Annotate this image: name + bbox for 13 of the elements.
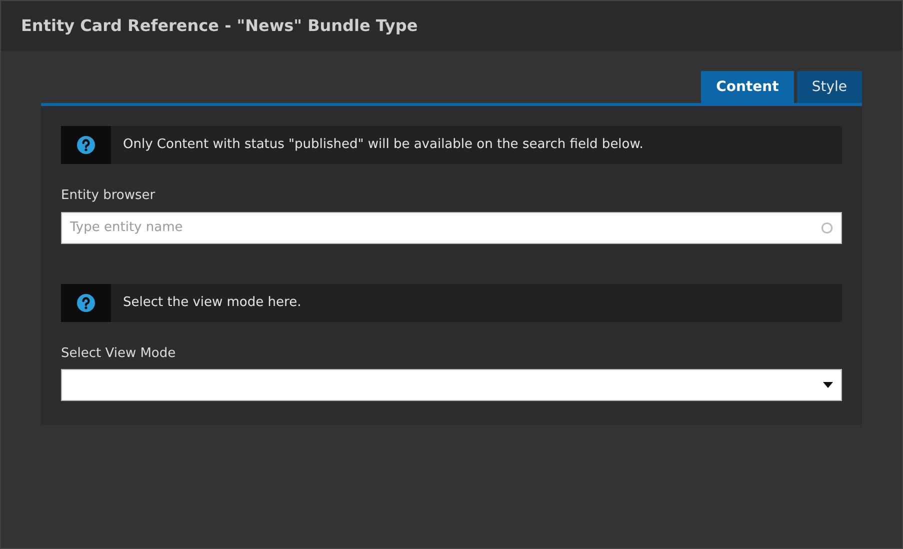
field-label: Entity browser (61, 187, 156, 205)
info-text: Only Content with status "published" will be available on the search field below. (123, 136, 644, 154)
window-title: Entity Card Reference - "News" Bundle Type (21, 15, 418, 37)
field-label: Select View Mode (61, 344, 176, 362)
caret-icon (823, 382, 833, 388)
tab[interactable]: Style (796, 71, 862, 103)
tab[interactable]: Content (701, 71, 794, 103)
view-mode-select[interactable] (61, 369, 842, 401)
loading-circle-icon (821, 222, 833, 234)
help-icon (77, 294, 95, 312)
help-icon (77, 136, 95, 154)
info-text: Select the view mode here. (123, 294, 302, 312)
search-field[interactable]: Type entity name (61, 212, 842, 244)
